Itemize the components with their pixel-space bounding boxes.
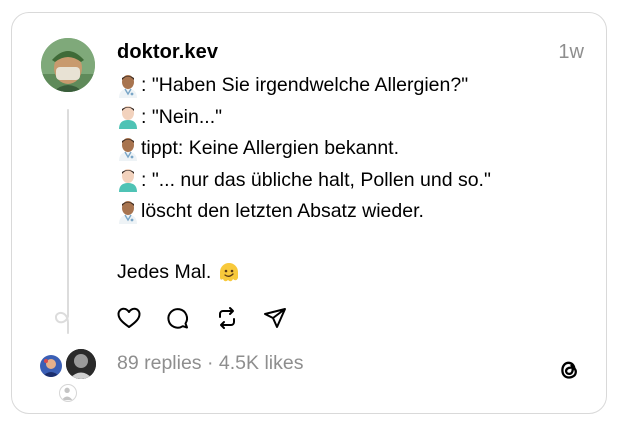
doctor-man-emoji <box>117 200 139 224</box>
reply-avatars <box>40 349 100 405</box>
threads-logo-icon[interactable] <box>555 356 583 384</box>
author-avatar[interactable] <box>41 38 95 92</box>
post-closing-line: Jedes Mal. <box>117 257 587 289</box>
post-line: : "Nein..." <box>117 102 587 134</box>
post-line: löscht den letzten Absatz wieder. <box>117 196 587 228</box>
post-line: : "... nur das übliche halt, Pollen und … <box>117 165 587 197</box>
reply-avatar <box>40 355 62 377</box>
post-line-text: : "Haben Sie irgendwelche Allergien?" <box>141 74 469 97</box>
repost-button[interactable] <box>214 305 240 331</box>
doctor-man-emoji <box>117 74 139 98</box>
share-icon <box>264 308 286 328</box>
likes-count[interactable]: 4.5K likes <box>219 352 304 374</box>
post-line-text: löscht den letzten Absatz wieder. <box>141 200 424 223</box>
heart-icon <box>117 307 141 328</box>
post-body: : "Haben Sie irgendwelche Allergien?" : … <box>117 70 587 288</box>
post-line: tippt: Keine Allergien bekannt. <box>117 133 587 165</box>
post-timestamp[interactable]: 1w <box>558 41 584 64</box>
like-button[interactable] <box>116 305 142 331</box>
reply-button[interactable] <box>165 305 191 331</box>
thread-line <box>67 109 69 317</box>
post-line-text: tippt: Keine Allergien bekannt. <box>141 137 400 160</box>
post-stats: 89 replies · 4.5K likes <box>117 352 303 375</box>
thread-loop-icon <box>55 298 69 334</box>
post-line-text: : "... nur das übliche halt, Pollen und … <box>141 168 491 191</box>
patient-man-emoji <box>117 168 139 193</box>
post-line-text: : "Nein..." <box>141 105 223 128</box>
post-card: doktor.kev 1w : "Haben Sie irgendwelche … <box>11 12 607 414</box>
comment-icon <box>167 308 189 329</box>
share-button[interactable] <box>262 305 288 331</box>
melting-face-emoji <box>218 260 240 284</box>
patient-man-emoji <box>117 105 139 130</box>
replies-count[interactable]: 89 replies <box>117 352 202 374</box>
doctor-man-emoji <box>117 137 139 161</box>
repost-icon <box>219 307 235 329</box>
post-closing-text: Jedes Mal. <box>117 260 212 283</box>
post-line: : "Haben Sie irgendwelche Allergien?" <box>117 70 587 102</box>
reply-avatar <box>59 384 77 402</box>
stats-separator: · <box>206 352 214 374</box>
author-username[interactable]: doktor.kev <box>117 41 218 64</box>
reply-avatar <box>66 349 96 379</box>
